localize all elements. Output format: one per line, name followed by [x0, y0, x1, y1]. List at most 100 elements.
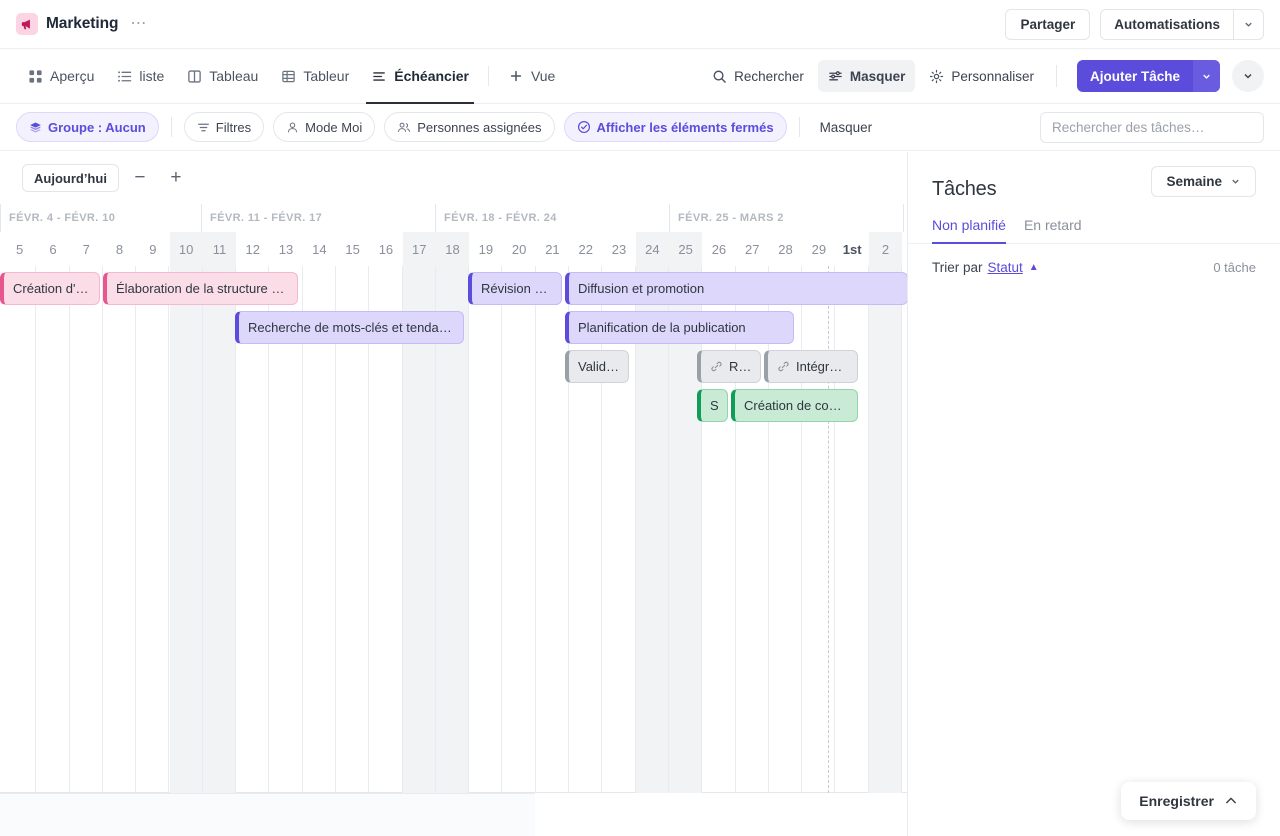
customize-button[interactable]: Personnaliser — [919, 60, 1044, 92]
timeline-day-cell[interactable]: 28 — [769, 232, 802, 266]
search-button[interactable]: Rechercher — [702, 60, 814, 92]
me-mode-pill[interactable]: Mode Moi — [273, 112, 375, 142]
timeline-week-label: FÉVR. 18 - FÉVR. 24 — [435, 204, 669, 232]
share-button[interactable]: Partager — [1005, 9, 1090, 40]
more-views-button[interactable] — [1232, 60, 1264, 92]
add-task-button[interactable]: Ajouter Tâche — [1077, 60, 1193, 92]
hide-button[interactable]: Masquer — [818, 60, 916, 92]
timeline-grid-column — [236, 266, 269, 793]
automations-button[interactable]: Automatisations — [1101, 10, 1233, 39]
timeline-day-cell[interactable]: 5 — [3, 232, 36, 266]
timeline-week-label: FÉVR. 4 - FÉVR. 10 — [0, 204, 201, 232]
sort-arrow-icon[interactable]: ▲ — [1029, 262, 1039, 273]
timeline-day-cell[interactable]: 27 — [736, 232, 769, 266]
timeline-grid-column — [836, 266, 869, 793]
top-bar-actions: Partager Automatisations — [1005, 9, 1264, 40]
timeline-task-bar[interactable]: Élaboration de la structure du … — [103, 272, 298, 305]
timeline-task-bar[interactable]: Intégrer l… — [764, 350, 858, 383]
timeline-grid-column — [70, 266, 103, 793]
pill-label: Groupe : Aucun — [48, 120, 146, 135]
timeline-task-bar[interactable]: Rédi… — [697, 350, 761, 383]
add-task-caret-icon[interactable] — [1193, 60, 1220, 92]
tab-apercu[interactable]: Aperçu — [16, 49, 105, 104]
timeline-grid-column — [103, 266, 136, 793]
timeline-task-label: Création de conte… — [744, 398, 848, 413]
filter-divider — [171, 117, 172, 137]
timeline-grid-column — [802, 266, 835, 793]
save-button[interactable]: Enregistrer — [1121, 782, 1256, 820]
timeline-task-bar[interactable]: Création de conte… — [731, 389, 858, 422]
timeline-day-cell[interactable]: 8 — [103, 232, 136, 266]
timeline-grid-column — [569, 266, 602, 793]
chevron-down-icon — [1230, 176, 1241, 187]
tab-tableau[interactable]: Tableau — [175, 49, 269, 104]
sort-field-button[interactable]: Statut — [988, 260, 1023, 275]
timeline-task-bar[interactable]: Recherche de mots-clés et tendances — [235, 311, 464, 344]
timeline-task-bar[interactable]: Diffusion et promotion — [565, 272, 907, 305]
timeline-day-cell[interactable]: 12 — [236, 232, 269, 266]
check-circle-icon — [577, 120, 591, 134]
timeline-day-cell[interactable]: 14 — [303, 232, 336, 266]
timeline-task-bar[interactable]: S… — [697, 389, 728, 422]
top-bar: Marketing ⋯ Partager Automatisations — [0, 0, 1280, 49]
tab-liste[interactable]: liste — [105, 49, 175, 104]
dependency-link-icon — [710, 360, 723, 373]
timeline-day-cell[interactable]: 23 — [602, 232, 635, 266]
timeline-today-marker — [828, 266, 829, 793]
tab-non-planifie[interactable]: Non planifié — [932, 217, 1006, 243]
timeline-day-cell[interactable]: 26 — [702, 232, 735, 266]
timeline-day-cell[interactable]: 19 — [469, 232, 502, 266]
timeline-grid-column — [602, 266, 635, 793]
show-closed-pill[interactable]: Afficher les éléments fermés — [564, 112, 787, 142]
timeline-footer-strip — [0, 793, 535, 836]
timeline-task-bar[interactable]: Création d'u… — [0, 272, 100, 305]
tab-tableur[interactable]: Tableur — [269, 49, 360, 104]
task-search-input[interactable]: Rechercher des tâches… — [1040, 112, 1264, 143]
filters-pill[interactable]: Filtres — [184, 112, 264, 142]
timeline-day-cell[interactable]: 24 — [636, 232, 669, 266]
timeline-task-bar[interactable]: Validati… — [565, 350, 629, 383]
timeline-day-cell[interactable]: 22 — [569, 232, 602, 266]
plus-icon — [508, 68, 524, 84]
timeline-day-cell[interactable]: 2 — [869, 232, 902, 266]
project-more-button[interactable]: ⋯ — [130, 19, 147, 29]
timeline-day-cell[interactable]: 15 — [336, 232, 369, 266]
timeline-day-cell[interactable]: 1st — [836, 232, 869, 266]
timeline-task-bar[interactable]: Planification de la publication — [565, 311, 794, 344]
timeline-day-cell[interactable]: 18 — [436, 232, 469, 266]
timeline-day-cell[interactable]: 6 — [36, 232, 69, 266]
timeline-task-label: S… — [710, 398, 718, 413]
timeline-scale-select[interactable]: Semaine — [1151, 166, 1256, 197]
timeline-day-cell[interactable]: 21 — [536, 232, 569, 266]
filter-sliders-icon — [828, 69, 843, 84]
tab-en-retard[interactable]: En retard — [1024, 217, 1082, 243]
zoom-out-button[interactable]: − — [125, 163, 155, 193]
automations-caret-icon[interactable] — [1233, 10, 1263, 39]
timeline-day-cell[interactable]: 9 — [136, 232, 169, 266]
timeline-day-cell[interactable]: 7 — [70, 232, 103, 266]
timeline-grid[interactable]: Création d'u…Élaboration de la structure… — [0, 266, 907, 793]
add-view-button[interactable]: Vue — [497, 49, 566, 104]
timeline-day-cell[interactable]: 25 — [669, 232, 702, 266]
timeline-task-bar[interactable]: Révision et o… — [468, 272, 562, 305]
assignees-pill[interactable]: Personnes assignées — [384, 112, 554, 142]
timeline-day-cell[interactable]: 13 — [269, 232, 302, 266]
group-filter-pill[interactable]: Groupe : Aucun — [16, 112, 159, 142]
timeline-day-cell[interactable]: 20 — [503, 232, 536, 266]
timeline-day-cell[interactable]: 29 — [802, 232, 835, 266]
timeline-day-cell[interactable]: 10 — [170, 232, 203, 266]
timeline-task-label: Diffusion et promotion — [578, 281, 704, 296]
today-button[interactable]: Aujourd’hui — [22, 164, 119, 192]
tab-echeancier[interactable]: Échéancier — [360, 49, 480, 104]
timeline-panel: Aujourd’hui − + FÉVR. 4 - FÉVR. 10FÉVR. … — [0, 152, 908, 836]
timeline-week-label: FÉVR. 11 - FÉVR. 17 — [201, 204, 435, 232]
timeline-day-cell[interactable]: 16 — [369, 232, 402, 266]
table-icon — [280, 68, 296, 84]
zoom-in-button[interactable]: + — [161, 163, 191, 193]
timeline-day-cell[interactable]: 11 — [203, 232, 236, 266]
timeline-day-cell[interactable]: 17 — [403, 232, 436, 266]
filterbar-hide-button[interactable]: Masquer — [812, 120, 881, 135]
timeline-grid-column — [636, 266, 669, 793]
board-icon — [186, 68, 202, 84]
timeline-icon — [371, 68, 387, 84]
